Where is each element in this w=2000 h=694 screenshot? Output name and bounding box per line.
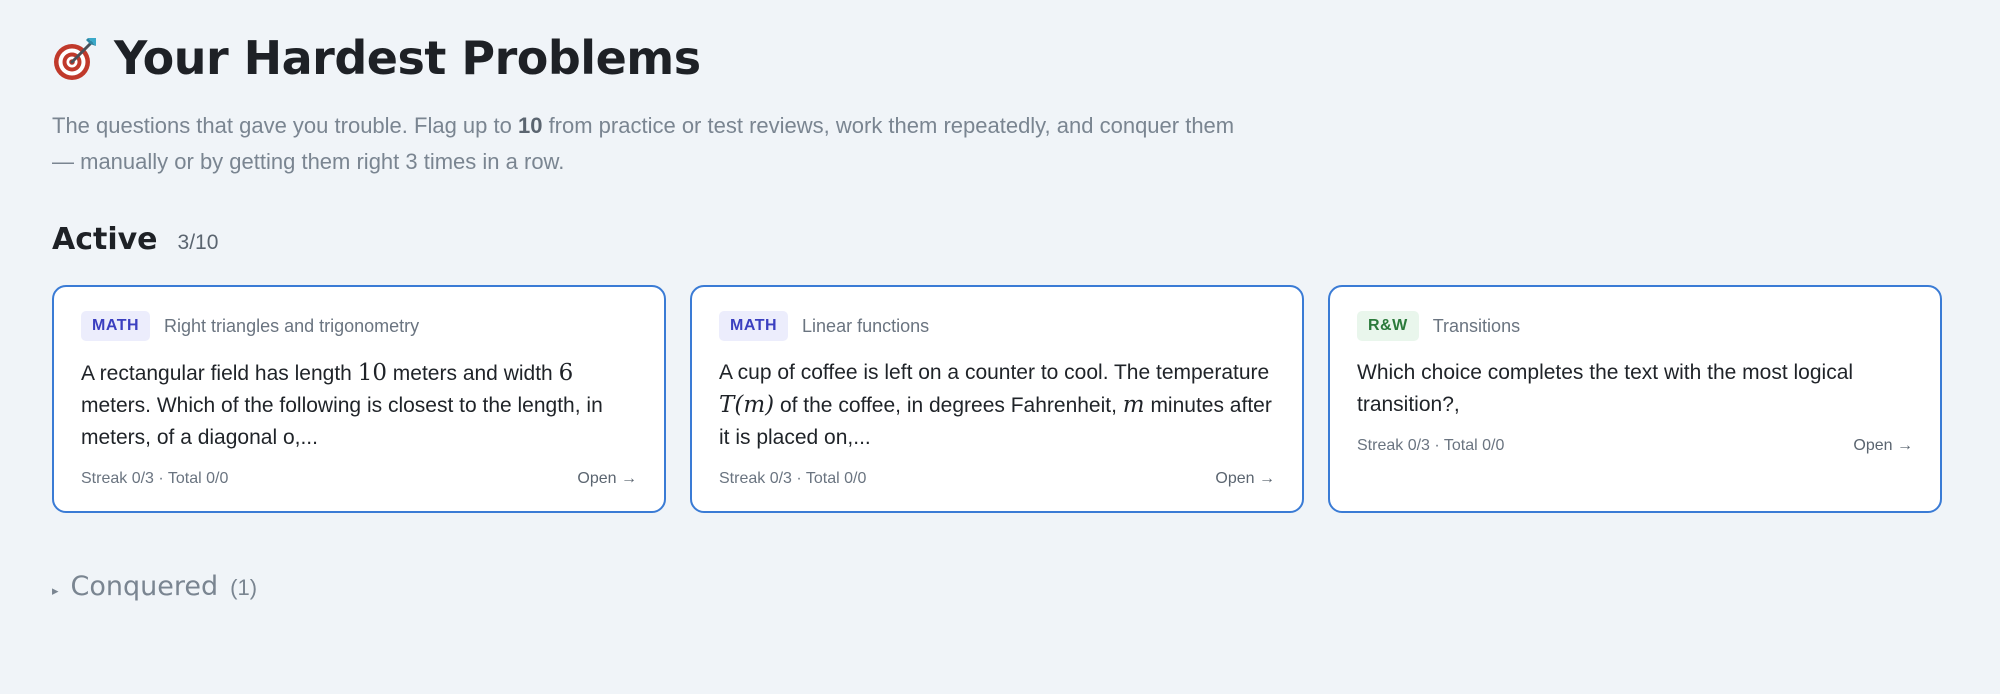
card-header: R&W Transitions: [1357, 311, 1913, 341]
subject-badge: R&W: [1357, 311, 1419, 341]
page: Your Hardest Problems The questions that…: [0, 0, 2000, 602]
active-cards: MATH Right triangles and trigonometry A …: [52, 285, 1948, 513]
subtitle-limit: 10: [517, 113, 543, 138]
question-text: meters. Which of the following is closes…: [81, 394, 603, 449]
streak-stats: Streak 0/3 · Total 0/0: [1357, 437, 1505, 454]
open-link[interactable]: Open →: [1853, 437, 1913, 455]
card-footer: Streak 0/3 · Total 0/0 Open →: [81, 470, 637, 488]
question-preview: Which choice completes the text with the…: [1357, 357, 1913, 421]
card-footer: Streak 0/3 · Total 0/0 Open →: [719, 470, 1275, 488]
subject-badge: MATH: [81, 311, 151, 341]
page-subtitle: The questions that gave you trouble. Fla…: [52, 108, 1252, 180]
problem-card[interactable]: MATH Linear functions A cup of coffee is…: [690, 285, 1304, 513]
open-link[interactable]: Open →: [1215, 470, 1275, 488]
topic-label: Linear functions: [802, 315, 930, 336]
caret-right-icon: ▸: [52, 583, 59, 598]
question-text: A cup of coffee is left on a counter to …: [719, 361, 1270, 384]
streak-stats: Streak 0/3 · Total 0/0: [719, 470, 867, 487]
topic-label: Right triangles and trigonometry: [164, 315, 420, 336]
page-title: Your Hardest Problems: [114, 31, 701, 85]
target-dart-icon: [52, 34, 100, 82]
topic-label: Transitions: [1432, 315, 1521, 336]
subject-badge: MATH: [719, 311, 789, 341]
title-row: Your Hardest Problems: [52, 30, 1948, 86]
math-number: 6: [558, 360, 574, 386]
question-text: Which choice completes the text with the…: [1357, 361, 1854, 416]
open-link[interactable]: Open →: [577, 470, 637, 488]
math-number: 10: [357, 360, 387, 386]
subtitle-text: The questions that gave you trouble. Fla…: [52, 113, 518, 138]
question-text: A rectangular field has length: [81, 362, 358, 385]
math-expression: T(m): [719, 392, 775, 418]
card-header: MATH Linear functions: [719, 311, 1275, 341]
streak-stats: Streak 0/3 · Total 0/0: [81, 470, 229, 487]
problem-card[interactable]: R&W Transitions Which choice completes t…: [1328, 285, 1942, 513]
question-preview: A cup of coffee is left on a counter to …: [719, 357, 1275, 454]
conquered-label: Conquered: [70, 571, 219, 602]
conquered-count: (1): [230, 575, 258, 600]
conquered-toggle[interactable]: ▸ Conquered (1): [52, 571, 1948, 602]
math-variable: m: [1122, 392, 1145, 418]
active-count: 3/10: [177, 231, 219, 254]
question-preview: A rectangular field has length 10 meters…: [81, 357, 637, 454]
question-text: meters and width: [386, 362, 559, 385]
problem-card[interactable]: MATH Right triangles and trigonometry A …: [52, 285, 666, 513]
active-section-header: Active 3/10: [52, 222, 1948, 257]
active-section-title: Active: [52, 222, 158, 257]
card-header: MATH Right triangles and trigonometry: [81, 311, 637, 341]
question-text: of the coffee, in degrees Fahrenheit,: [774, 394, 1123, 417]
card-footer: Streak 0/3 · Total 0/0 Open →: [1357, 437, 1913, 455]
